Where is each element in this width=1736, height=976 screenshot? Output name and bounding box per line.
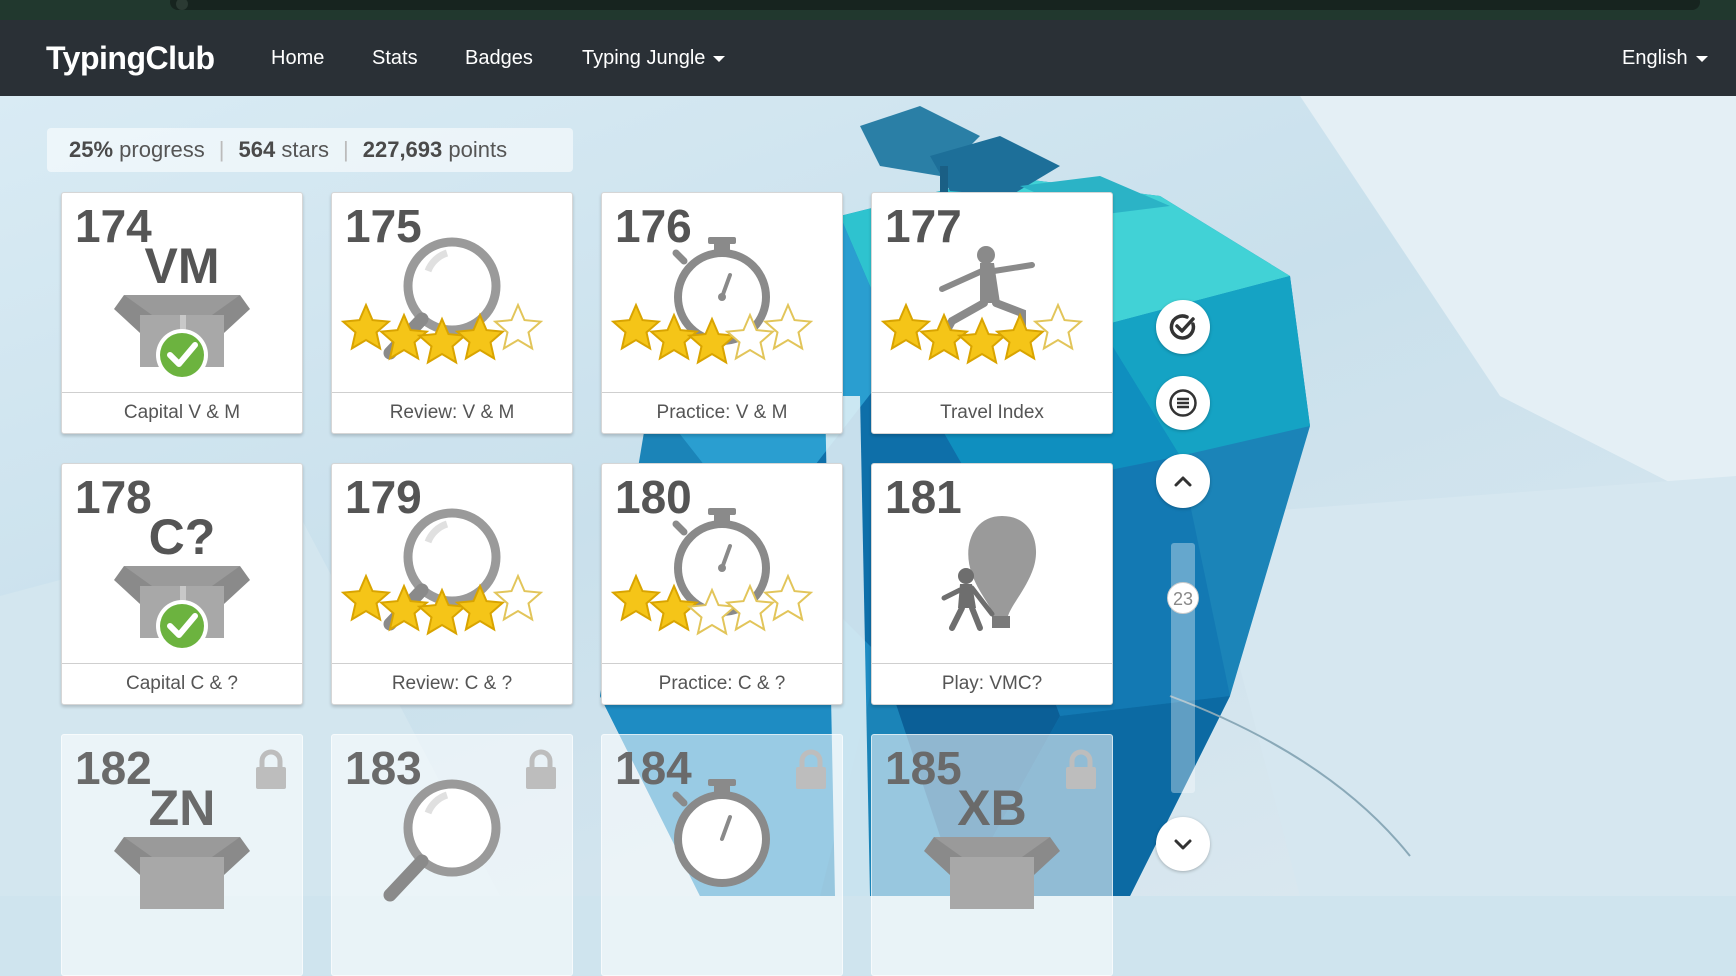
hot-air-balloon-icon bbox=[941, 516, 1037, 631]
page-indicator[interactable]: 23 bbox=[1167, 582, 1199, 614]
star-rating bbox=[340, 573, 544, 636]
check-circle-icon bbox=[1169, 314, 1196, 340]
star-rating bbox=[610, 573, 814, 636]
points-label: points bbox=[448, 137, 508, 162]
menu-icon bbox=[1169, 389, 1197, 417]
star-empty-icon bbox=[686, 587, 738, 636]
lesson-title: Travel Index bbox=[872, 392, 1112, 433]
lesson-title: Practice: C & ? bbox=[602, 663, 842, 704]
separator: | bbox=[218, 137, 225, 162]
lesson-title: Practice: V & M bbox=[602, 392, 842, 433]
chevron-down-icon bbox=[1174, 839, 1192, 850]
lesson-card-175[interactable]: 175 Review: V & M bbox=[331, 192, 573, 434]
star-filled-icon bbox=[340, 302, 392, 351]
lesson-title: Capital V & M bbox=[62, 392, 302, 433]
magnifier-icon bbox=[383, 779, 501, 902]
open-box-icon bbox=[924, 837, 1060, 909]
lesson-title: Play: VMC? bbox=[872, 663, 1112, 704]
points-value: 227,693 bbox=[362, 137, 443, 162]
lesson-card-176[interactable]: 176 Practice: V & M bbox=[601, 192, 843, 434]
star-filled-icon bbox=[956, 316, 1008, 365]
lesson-title: Review: V & M bbox=[332, 392, 572, 433]
star-filled-icon bbox=[880, 302, 932, 351]
star-filled-icon bbox=[416, 587, 468, 636]
scroll-down-button[interactable] bbox=[1156, 817, 1210, 871]
chevron-up-icon bbox=[1174, 476, 1192, 487]
progress-value: 25% bbox=[69, 137, 114, 162]
star-empty-icon bbox=[492, 302, 544, 351]
star-filled-icon bbox=[340, 573, 392, 622]
stopwatch-icon bbox=[672, 779, 770, 887]
page-scroll-track[interactable] bbox=[1171, 543, 1195, 793]
brand-logo[interactable]: TypingClub bbox=[46, 40, 215, 77]
nav-stats[interactable]: Stats bbox=[372, 47, 418, 70]
lesson-card-183[interactable]: 183 bbox=[331, 734, 573, 976]
chevron-down-icon bbox=[1695, 55, 1708, 62]
star-filled-icon bbox=[686, 316, 738, 365]
separator: | bbox=[343, 137, 349, 162]
language-selector[interactable]: English bbox=[1622, 47, 1708, 70]
top-navbar: TypingClub Home Stats Badges Typing Jung… bbox=[0, 20, 1736, 96]
stars-value: 564 bbox=[238, 137, 276, 162]
star-filled-icon bbox=[610, 573, 662, 622]
lesson-card-181[interactable]: 181 Play: VMC? bbox=[871, 463, 1113, 705]
language-label: English bbox=[1622, 47, 1688, 69]
star-rating bbox=[340, 302, 544, 365]
star-empty-icon bbox=[1032, 302, 1084, 351]
stars-label: stars bbox=[281, 137, 330, 162]
lesson-card-177[interactable]: 177 Travel Index bbox=[871, 192, 1113, 434]
star-rating bbox=[610, 302, 814, 365]
star-filled-icon bbox=[416, 316, 468, 365]
lesson-title: Capital C & ? bbox=[62, 663, 302, 704]
lesson-card-179[interactable]: 179 Review: C & ? bbox=[331, 463, 573, 705]
lesson-title: Review: C & ? bbox=[332, 663, 572, 704]
progress-label: progress bbox=[119, 137, 205, 162]
nav-typing-jungle-label: Typing Jungle bbox=[582, 47, 706, 69]
chevron-down-icon bbox=[713, 55, 726, 62]
browser-top-strip bbox=[0, 0, 1736, 20]
star-empty-icon bbox=[492, 573, 544, 622]
lesson-card-184[interactable]: 184 bbox=[601, 734, 843, 976]
lesson-card-182[interactable]: 182 ZN bbox=[61, 734, 303, 976]
star-rating bbox=[880, 302, 1084, 365]
progress-summary: 25% progress | 564 stars | 227,693 points bbox=[47, 128, 573, 172]
star-empty-icon bbox=[762, 302, 814, 351]
lesson-card-178[interactable]: 178 C? Capital C & ? bbox=[61, 463, 303, 705]
lesson-card-174[interactable]: 174 VM Capital V & M bbox=[61, 192, 303, 434]
scroll-up-button[interactable] bbox=[1156, 454, 1210, 508]
open-box-icon bbox=[114, 566, 250, 652]
nav-typing-jungle[interactable]: Typing Jungle bbox=[582, 47, 726, 70]
open-box-icon bbox=[114, 295, 250, 381]
lesson-card-185[interactable]: 185 XB bbox=[871, 734, 1113, 976]
menu-button[interactable] bbox=[1156, 376, 1210, 430]
star-empty-icon bbox=[762, 573, 814, 622]
open-box-icon bbox=[114, 837, 250, 909]
nav-home[interactable]: Home bbox=[271, 47, 324, 70]
lesson-card-180[interactable]: 180 Practice: C & ? bbox=[601, 463, 843, 705]
star-filled-icon bbox=[610, 302, 662, 351]
check-circle-button[interactable] bbox=[1156, 300, 1210, 354]
address-bar[interactable] bbox=[170, 0, 1700, 10]
nav-badges[interactable]: Badges bbox=[465, 47, 533, 70]
